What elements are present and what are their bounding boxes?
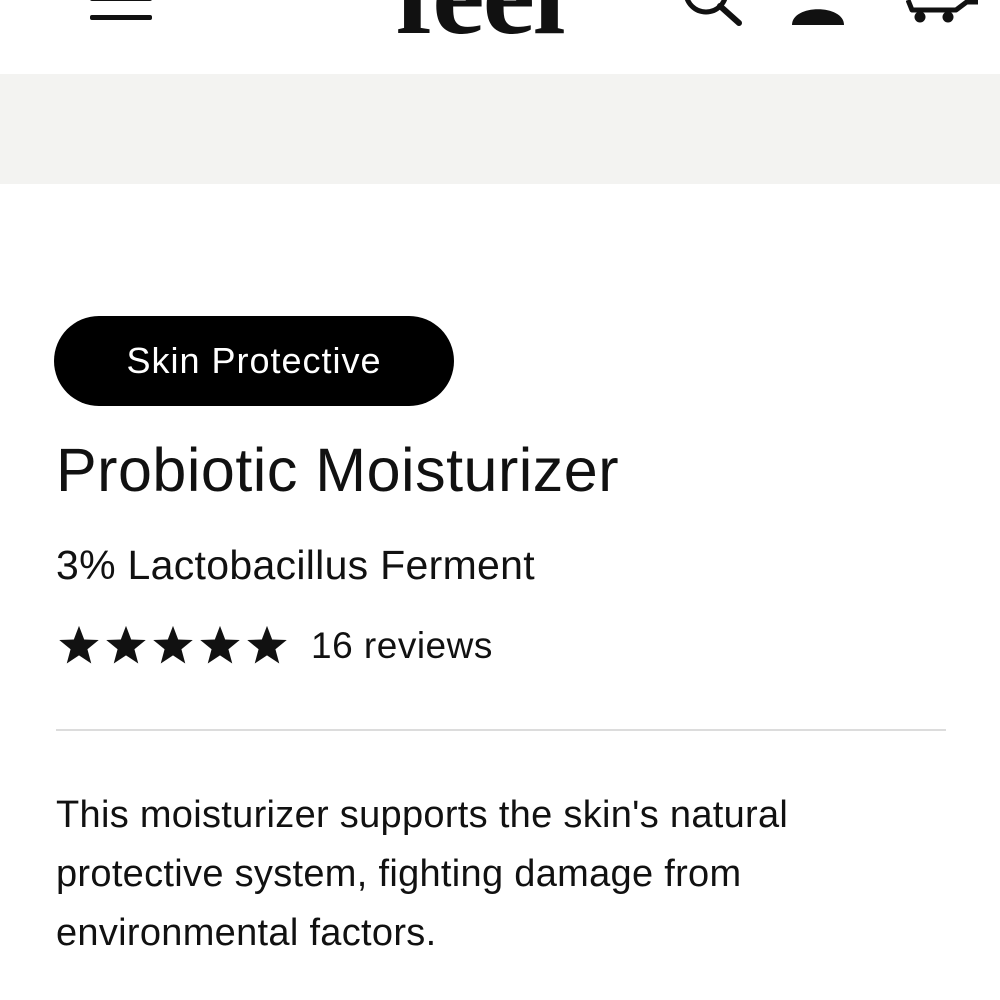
star-icon <box>150 623 196 669</box>
search-icon[interactable] <box>682 0 744 28</box>
reviews-link[interactable]: 16 reviews <box>311 620 493 672</box>
star-rating <box>56 623 291 669</box>
category-badge[interactable]: Skin Protective <box>54 316 454 406</box>
category-badge-label: Skin Protective <box>126 340 382 381</box>
brand-logo[interactable]: feel <box>395 0 625 53</box>
hero-banner <box>0 74 1000 184</box>
star-icon <box>103 623 149 669</box>
product-rating[interactable]: 16 reviews <box>56 620 493 672</box>
product-description: This moisturizer supports the skin's nat… <box>56 794 789 954</box>
star-icon <box>197 623 243 669</box>
user-icon[interactable] <box>790 0 846 26</box>
product-page: feel Skin Protective Probiotic Mois <box>0 0 1000 1000</box>
product-subtitle: 3% Lactobacillus Ferment <box>56 542 535 588</box>
divider <box>56 729 946 731</box>
hamburger-menu-icon[interactable] <box>90 0 154 26</box>
star-icon <box>56 623 102 669</box>
site-header: feel <box>0 0 1000 74</box>
cart-icon[interactable] <box>906 0 980 24</box>
product-title: Probiotic Moisturizer <box>56 436 620 504</box>
star-icon <box>244 623 290 669</box>
